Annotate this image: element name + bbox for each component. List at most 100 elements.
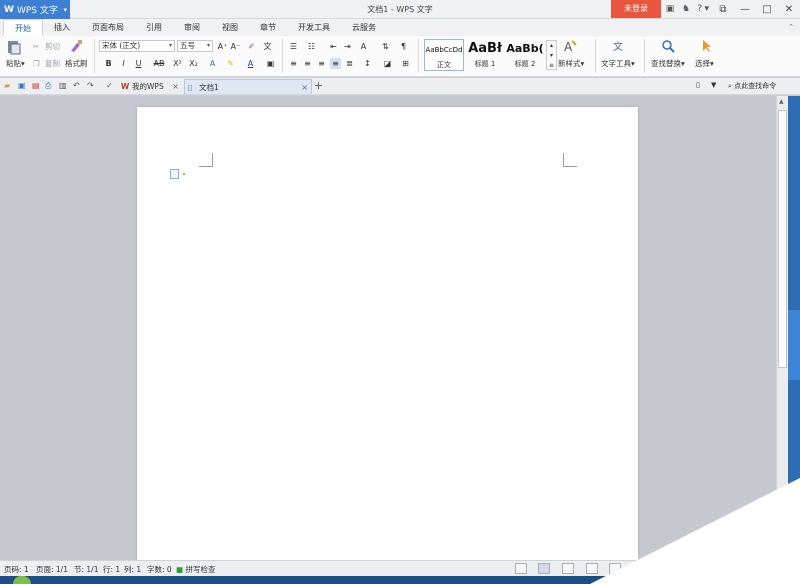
line-spacing-icon[interactable]: ↕	[362, 58, 373, 69]
phonetic-guide-icon[interactable]: 文	[262, 41, 273, 52]
side-panel-toggle[interactable]	[788, 310, 800, 380]
highlight-icon[interactable]: ✎	[225, 58, 236, 69]
format-painter-button[interactable]	[68, 39, 84, 53]
format-painter-label[interactable]: 格式刷	[65, 58, 88, 69]
restore-to-tab-icon[interactable]: ⧉	[712, 0, 734, 18]
maximize-button[interactable]: □	[756, 0, 778, 18]
borders-icon[interactable]: ⊞	[400, 58, 411, 69]
text-tools-icon[interactable]: 文	[612, 39, 628, 53]
underline-icon[interactable]: U	[133, 58, 144, 69]
tab-my-wps[interactable]: W 我的WPS ×	[118, 79, 182, 94]
italic-icon[interactable]: I	[118, 58, 129, 69]
font-color-icon[interactable]: A	[245, 58, 256, 69]
tab-section[interactable]: 章节	[249, 19, 287, 36]
tab-developer[interactable]: 开发工具	[287, 19, 341, 36]
undo-icon[interactable]: ↶	[73, 81, 84, 92]
char-border-icon[interactable]: ▣	[265, 58, 276, 69]
tab-references[interactable]: 引用	[135, 19, 173, 36]
minimize-button[interactable]: —	[734, 0, 756, 18]
shrink-font-icon[interactable]: A⁻	[230, 41, 241, 52]
tab-document-1[interactable]: ▯ 文档1 ×	[184, 79, 312, 94]
print-preview-icon[interactable]: ▥	[59, 81, 70, 92]
web-view-button[interactable]	[609, 563, 621, 574]
tab-view[interactable]: 视图	[211, 19, 249, 36]
tab-home[interactable]: 开始	[3, 19, 43, 36]
open-folder-icon[interactable]: ▰	[4, 81, 15, 92]
numbering-icon[interactable]: ☷	[306, 41, 317, 52]
collapse-ribbon-icon[interactable]: ⌃	[788, 23, 794, 31]
close-icon[interactable]: ×	[301, 80, 308, 95]
decrease-indent-icon[interactable]: ⇤	[328, 41, 339, 52]
shading-icon[interactable]: ◪	[382, 58, 393, 69]
export-pdf-icon[interactable]: ▤	[32, 81, 43, 92]
tab-review[interactable]: 审阅	[173, 19, 211, 36]
page-view-button[interactable]	[538, 563, 550, 574]
new-tab-button[interactable]: +	[314, 79, 323, 92]
scroll-down-icon[interactable]: ▼	[779, 548, 784, 555]
show-marks-icon[interactable]: ¶	[398, 41, 409, 52]
text-tools-button[interactable]: 文字工具 ▾	[601, 58, 635, 69]
new-style-icon[interactable]: A	[562, 39, 578, 53]
find-replace-button[interactable]: 查找替换 ▾	[651, 58, 685, 69]
customize-quickbar-icon[interactable]: ✓	[106, 81, 117, 92]
document-canvas[interactable]	[0, 96, 776, 567]
print-icon[interactable]: ⎙	[45, 81, 56, 92]
cut-button[interactable]: ✂ 剪切	[33, 41, 60, 52]
select-button[interactable]: 选择 ▾	[695, 58, 714, 69]
paste-label-button[interactable]: 粘贴 ▾	[6, 58, 25, 69]
full-screen-button[interactable]	[562, 563, 574, 574]
strikethrough-icon[interactable]: AB	[151, 58, 167, 69]
tab-page-layout[interactable]: 页面布局	[81, 19, 135, 36]
align-left-icon[interactable]: ≡	[288, 58, 299, 69]
close-button[interactable]: ✕	[778, 0, 800, 18]
sort-icon[interactable]: ⇅	[380, 41, 391, 52]
chinese-layout-icon[interactable]: A	[358, 41, 369, 52]
style-heading-1[interactable]: AaBł 标题 1	[466, 39, 504, 71]
document-mode-icon[interactable]: ▯	[696, 81, 700, 89]
paste-button[interactable]	[6, 39, 22, 55]
distribute-icon[interactable]: ≣	[344, 58, 355, 69]
wps-app-menu-button[interactable]: W WPS 文字 ▾	[0, 0, 70, 19]
clear-format-icon[interactable]: ✐	[246, 41, 257, 52]
pin-icon[interactable]: ▼	[711, 81, 716, 89]
vertical-scrollbar[interactable]: ▲ ▼	[776, 96, 788, 560]
style-heading-2[interactable]: AaBb( 标题 2	[506, 39, 544, 71]
copy-button[interactable]: ❐ 复制	[33, 58, 60, 69]
save-icon[interactable]: ▣	[18, 81, 29, 92]
increase-indent-icon[interactable]: ⇥	[342, 41, 353, 52]
justify-icon[interactable]: ≡	[330, 58, 341, 69]
scroll-up-icon[interactable]: ▲	[779, 98, 784, 105]
superscript-icon[interactable]: X²	[172, 58, 183, 69]
document-page[interactable]	[137, 107, 638, 567]
style-gallery-scroll-icon[interactable]: ▴ ▾ ≡	[546, 40, 557, 70]
skin-icon[interactable]: ▣	[663, 2, 677, 16]
text-effect-icon[interactable]: A	[207, 58, 218, 69]
tab-cloud-service[interactable]: 云服务	[341, 19, 387, 36]
outline-view-button[interactable]	[586, 563, 598, 574]
grow-font-icon[interactable]: A⁺	[217, 41, 228, 52]
shirt-icon[interactable]: ♞	[679, 2, 693, 16]
select-icon[interactable]	[700, 39, 714, 53]
tab-insert[interactable]: 插入	[43, 19, 81, 36]
find-replace-icon[interactable]	[661, 39, 677, 53]
start-orb-icon[interactable]	[13, 576, 31, 584]
new-style-button[interactable]: 新样式 ▾	[558, 58, 584, 69]
align-center-icon[interactable]: ≡	[302, 58, 313, 69]
close-icon[interactable]: ×	[172, 79, 179, 94]
font-size-select[interactable]: 五号 ▾	[177, 40, 213, 52]
brush-icon	[71, 40, 82, 52]
style-normal[interactable]: AaBbCcDd 正文	[424, 39, 464, 71]
bold-icon[interactable]: B	[103, 58, 114, 69]
search-command-box[interactable]: ⌕ 点此查找命令	[728, 81, 776, 91]
font-name-select[interactable]: 宋体 (正文) ▾	[99, 40, 175, 52]
subscript-icon[interactable]: X₂	[188, 58, 199, 69]
help-icon[interactable]: ? ▾	[695, 2, 709, 16]
status-word-count[interactable]: 字数: 0	[147, 564, 172, 575]
focus-mode-button[interactable]	[515, 563, 527, 574]
align-right-icon[interactable]: ≡	[316, 58, 327, 69]
bullets-icon[interactable]: ☰	[288, 41, 299, 52]
redo-icon[interactable]: ↷	[87, 81, 98, 92]
scrollbar-thumb[interactable]	[778, 110, 787, 368]
login-button[interactable]: 未登录	[611, 0, 661, 18]
spell-check-toggle[interactable]: ■ 拼写检查	[176, 564, 215, 575]
